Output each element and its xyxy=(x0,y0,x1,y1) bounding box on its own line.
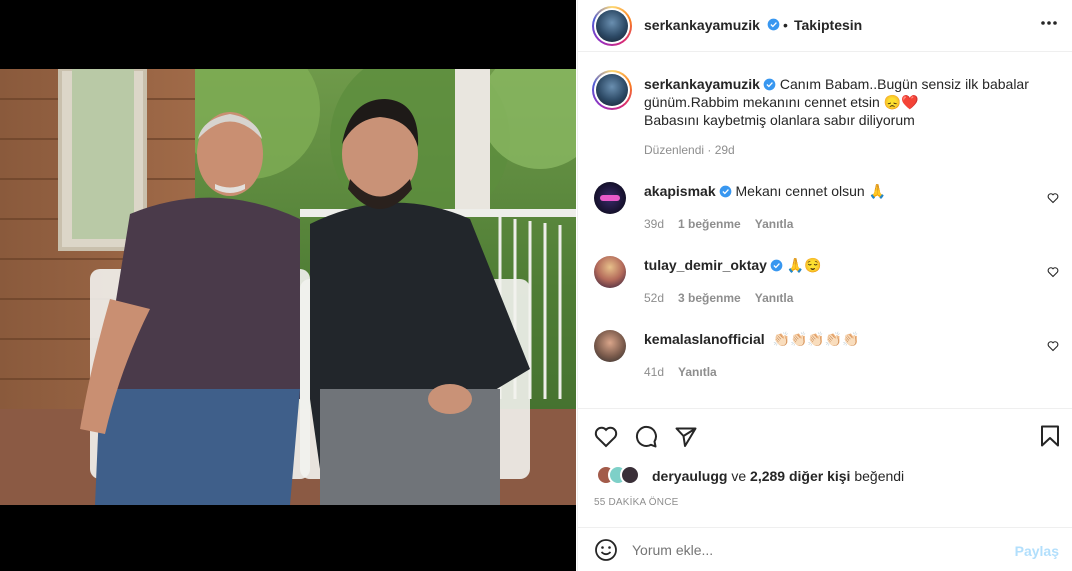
comment-bubble-icon[interactable] xyxy=(634,425,658,449)
post-photo[interactable] xyxy=(0,69,576,505)
comment-body: akapismak Mekanı cennet olsun 🙏 xyxy=(644,183,886,200)
comment-text: 👏🏻👏🏻👏🏻👏🏻👏🏻 xyxy=(772,331,860,347)
comment-meta: 41d Yanıtla xyxy=(644,365,717,379)
likes-summary: deryaulugg ve 2,289 diğer kişi beğendi xyxy=(652,468,904,484)
comment-avatar[interactable] xyxy=(594,182,626,214)
photo-illustration xyxy=(0,69,576,505)
post-media xyxy=(0,0,576,571)
caption-line-3: Babasını kaybetmiş olanlara sabır diliyo… xyxy=(644,112,915,128)
like-heart-icon[interactable] xyxy=(594,425,618,449)
author-avatar[interactable] xyxy=(592,6,632,46)
post-timestamp[interactable]: 55 DAKİKA ÖNCE xyxy=(594,497,679,508)
comment-input[interactable] xyxy=(632,538,1002,562)
caption-text: serkankayamuzik Canım Babam..Bugün sensi… xyxy=(644,75,1064,129)
comment-likes[interactable]: 1 beğenme xyxy=(678,217,741,231)
comment-meta: 39d 1 beğenme Yanıtla xyxy=(644,217,793,231)
comment-body: tulay_demir_oktay 🙏😌 xyxy=(644,257,822,274)
verified-badge-icon xyxy=(767,18,780,31)
follow-status[interactable]: Takiptesin xyxy=(794,17,862,33)
caption-avatar[interactable] xyxy=(592,70,632,110)
comment-username[interactable]: akapismak xyxy=(644,183,716,199)
reply-button[interactable]: Yanıtla xyxy=(755,291,794,305)
comment-meta: 52d 3 beğenme Yanıtla xyxy=(644,291,793,305)
more-options-icon[interactable] xyxy=(1040,20,1058,26)
save-bookmark-icon[interactable] xyxy=(1040,425,1060,447)
emoji-smiley-icon[interactable] xyxy=(594,538,618,562)
caption-username[interactable]: serkankayamuzik xyxy=(644,76,760,92)
comment-like-heart-icon[interactable] xyxy=(1047,192,1059,204)
comment-text: 🙏😌 xyxy=(786,257,822,273)
likes-suffix: beğendi xyxy=(854,468,905,484)
post-actions: deryaulugg ve 2,289 diğer kişi beğendi 5… xyxy=(578,408,1072,526)
post-panel: serkankayamuzik • Takiptesin serkankayam… xyxy=(577,0,1072,571)
post-comment-button[interactable]: Paylaş xyxy=(1015,543,1059,559)
comment-text: Mekanı cennet olsun 🙏 xyxy=(735,183,887,199)
header-username[interactable]: serkankayamuzik xyxy=(644,17,760,33)
liker-avatars[interactable] xyxy=(596,465,644,487)
share-send-icon[interactable] xyxy=(674,425,698,449)
caption-line-2: günüm.Rabbim mekanını cennet etsin 😞❤️ xyxy=(644,94,919,110)
comment-username[interactable]: tulay_demir_oktay xyxy=(644,257,767,273)
caption-meta: Düzenlendi · 29d xyxy=(644,143,735,157)
reply-button[interactable]: Yanıtla xyxy=(755,217,794,231)
post-header: serkankayamuzik • Takiptesin xyxy=(578,0,1072,52)
comment-age: 41d xyxy=(644,365,665,379)
likes-connector: ve xyxy=(731,468,747,484)
comment-age: 39d xyxy=(644,217,665,231)
verified-badge-icon xyxy=(770,259,783,272)
liker-username[interactable]: deryaulugg xyxy=(652,468,727,484)
verified-badge-icon xyxy=(719,185,731,198)
comment-body: kemalaslanofficial 👏🏻👏🏻👏🏻👏🏻👏🏻 xyxy=(644,331,860,348)
reply-button[interactable]: Yanıtla xyxy=(678,365,717,379)
dot-separator: • xyxy=(783,17,788,33)
caption-line-1: Canım Babam..Bugün sensiz ilk babalar xyxy=(779,76,1029,92)
comment-age: 52d xyxy=(644,291,665,305)
add-comment-bar: Paylaş xyxy=(578,527,1072,571)
comment-likes[interactable]: 3 beğenme xyxy=(678,291,741,305)
verified-badge-icon xyxy=(763,78,776,91)
comment-avatar[interactable] xyxy=(594,256,626,288)
likes-count[interactable]: 2,289 diğer kişi xyxy=(750,468,850,484)
comment-avatar[interactable] xyxy=(594,330,626,362)
comment-like-heart-icon[interactable] xyxy=(1047,266,1059,278)
comment-username[interactable]: kemalaslanofficial xyxy=(644,331,765,347)
comment-like-heart-icon[interactable] xyxy=(1047,340,1059,352)
